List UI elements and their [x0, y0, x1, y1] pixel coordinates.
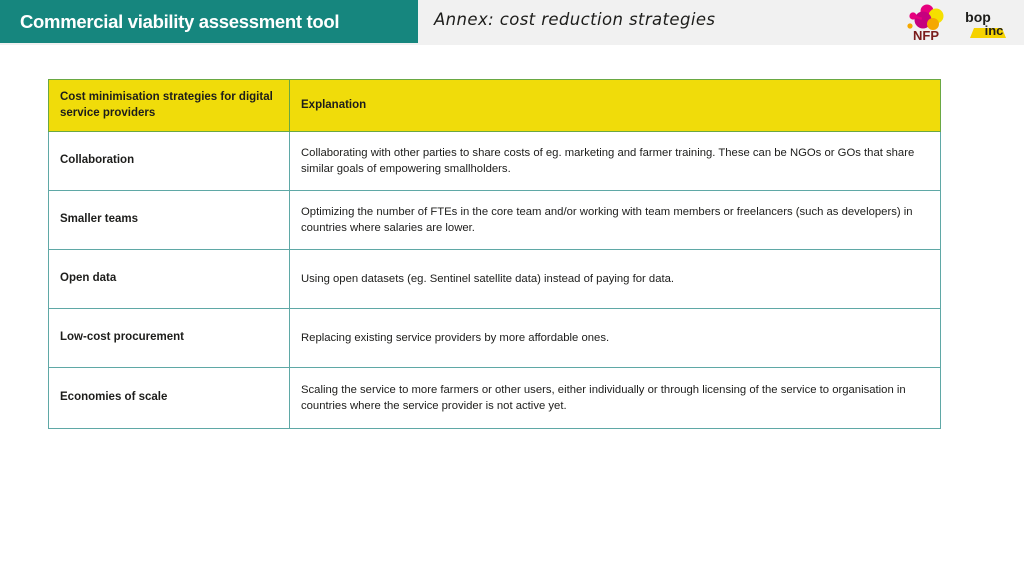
- table-row: Economies of scale Scaling the service t…: [48, 367, 941, 429]
- page-subtitle: Annex: cost reduction strategies: [434, 10, 716, 29]
- cell-strategy: Low-cost procurement: [48, 308, 290, 368]
- cell-explanation: Optimizing the number of FTEs in the cor…: [289, 190, 941, 250]
- table-row: Smaller teams Optimizing the number of F…: [48, 190, 941, 250]
- cell-explanation: Replacing existing service providers by …: [289, 308, 941, 368]
- header-title-bar: Commercial viability assessment tool: [0, 0, 418, 43]
- cost-reduction-table-container: Cost minimisation strategies for digital…: [48, 79, 941, 429]
- table-body: Collaboration Collaborating with other p…: [48, 131, 941, 429]
- bop-inc-logo-icon: bop inc: [965, 9, 1006, 38]
- table-header-row: Cost minimisation strategies for digital…: [48, 79, 941, 132]
- nfp-logo-icon: NFP: [907, 4, 944, 43]
- nfp-logo: NFP: [902, 2, 950, 44]
- cell-explanation: Collaborating with other parties to shar…: [289, 131, 941, 191]
- column-header-strategies: Cost minimisation strategies for digital…: [48, 79, 290, 132]
- cell-explanation: Using open datasets (eg. Sentinel satell…: [289, 249, 941, 309]
- table-row: Low-cost procurement Replacing existing …: [48, 308, 941, 368]
- bop-inc-logo: bop inc: [960, 2, 1016, 44]
- column-header-explanation: Explanation: [289, 79, 941, 132]
- table-row: Collaboration Collaborating with other p…: [48, 131, 941, 191]
- table-row: Open data Using open datasets (eg. Senti…: [48, 249, 941, 309]
- cell-explanation: Scaling the service to more farmers or o…: [289, 367, 941, 429]
- svg-text:NFP: NFP: [913, 28, 939, 43]
- svg-text:inc: inc: [985, 23, 1004, 38]
- cost-reduction-table: Cost minimisation strategies for digital…: [48, 79, 941, 429]
- page-header: Commercial viability assessment tool Ann…: [0, 0, 1024, 45]
- page-title: Commercial viability assessment tool: [20, 10, 340, 32]
- cell-strategy: Open data: [48, 249, 290, 309]
- cell-strategy: Collaboration: [48, 131, 290, 191]
- cell-strategy: Smaller teams: [48, 190, 290, 250]
- logo-group: NFP bop inc: [902, 2, 1016, 44]
- cell-strategy: Economies of scale: [48, 367, 290, 429]
- table-header: Cost minimisation strategies for digital…: [48, 79, 941, 132]
